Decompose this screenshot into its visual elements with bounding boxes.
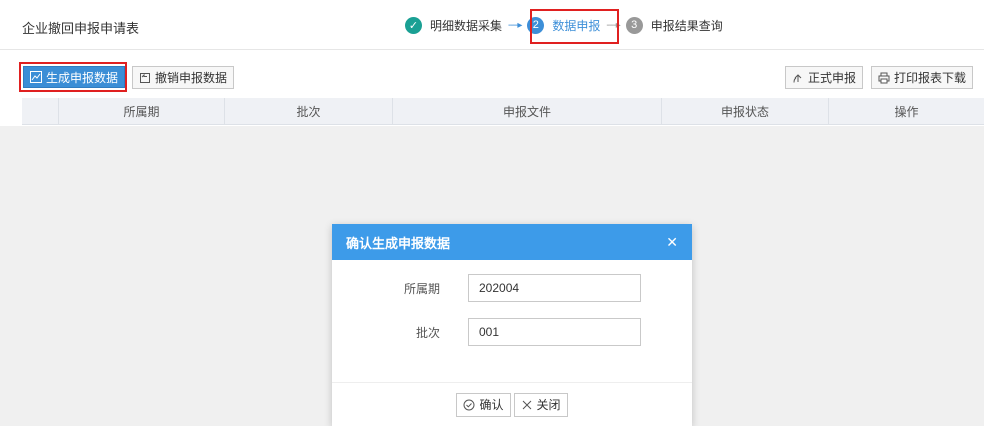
table-header: 所属期 批次 申报文件 申报状态 操作	[22, 98, 984, 125]
column-header[interactable]: 所属期	[59, 98, 225, 125]
check-icon: ✓	[405, 16, 422, 34]
batch-label: 批次	[415, 325, 440, 340]
column-header[interactable]: 批次	[225, 98, 393, 125]
step-result-query[interactable]: 3 申报结果查询	[625, 16, 723, 34]
step-label: 明细数据采集	[430, 18, 503, 33]
period-row: 所属期	[332, 274, 692, 302]
close-icon[interactable]: ✕	[666, 234, 678, 251]
step-label: 申报结果查询	[650, 18, 723, 33]
button-label: 关闭	[536, 398, 561, 412]
upload-icon	[793, 73, 802, 83]
step-number: 3	[625, 16, 643, 34]
page-title: 企业撤回申报申请表	[22, 21, 140, 36]
close-icon	[522, 400, 531, 409]
button-label: 打印报表下载	[894, 71, 967, 85]
close-button[interactable]: 关闭	[513, 392, 568, 417]
column-header[interactable]: 操作	[829, 98, 984, 125]
button-label: 正式申报	[808, 71, 857, 85]
confirm-button[interactable]: 确认	[456, 392, 511, 417]
check-circle-icon	[463, 399, 475, 410]
revoke-declaration-button[interactable]: 撤销申报数据	[132, 66, 235, 89]
button-label: 确认	[479, 398, 504, 412]
revoke-icon	[140, 72, 150, 83]
confirm-generate-dialog: 确认生成申报数据 ✕ 所属期 批次 确认 关闭	[332, 224, 692, 426]
step-highlight-box	[530, 9, 619, 44]
printer-icon	[878, 72, 890, 83]
page-header: 企业撤回申报申请表 ✓ 明细数据采集 ----▸ 2 数据申报 ----▸ 3 …	[0, 0, 984, 50]
step-detail-collection[interactable]: ✓ 明细数据采集	[405, 16, 503, 34]
arrow-icon: ----▸	[508, 19, 522, 31]
batch-input[interactable]	[468, 318, 641, 346]
batch-row: 批次	[332, 318, 692, 346]
dialog-title: 确认生成申报数据	[346, 235, 451, 251]
dialog-header: 确认生成申报数据 ✕	[332, 224, 692, 260]
print-download-button[interactable]: 打印报表下载	[871, 66, 974, 89]
image-icon	[30, 71, 42, 83]
column-header[interactable]: 申报文件	[393, 98, 662, 125]
generate-declaration-button[interactable]: 生成申报数据	[23, 66, 126, 88]
dialog-footer: 确认 关闭	[332, 382, 692, 426]
column-checkbox	[22, 98, 59, 125]
period-label: 所属期	[403, 281, 440, 296]
formal-declaration-button[interactable]: 正式申报	[785, 66, 864, 89]
period-input[interactable]	[468, 274, 641, 302]
button-label: 撤销申报数据	[155, 71, 228, 85]
column-header[interactable]: 申报状态	[662, 98, 829, 125]
button-label: 生成申报数据	[46, 70, 119, 85]
